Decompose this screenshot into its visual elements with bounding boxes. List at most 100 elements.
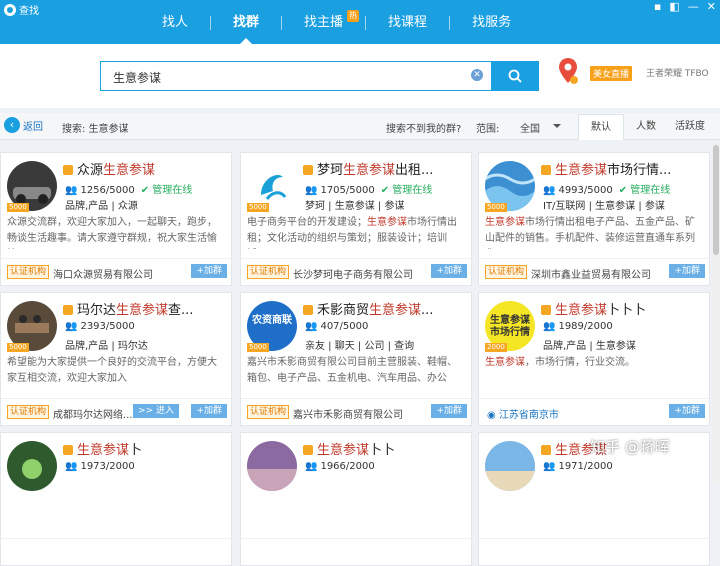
range-dropdown-icon[interactable] <box>553 124 561 132</box>
group-card-footer <box>1 538 231 565</box>
group-name-prefix: 禾影商贸 <box>317 303 370 318</box>
sort-tab-default[interactable]: 默认 <box>578 114 624 140</box>
group-card[interactable]: 生意参谋 市场行情 2000 生意参谋卜卜卜 👥 1989/2000 品牌,产品 | 生意… <box>478 292 710 426</box>
desc-text: 电子商务平台的开发建设； <box>247 217 367 228</box>
clear-icon[interactable]: ✕ <box>471 69 483 81</box>
hot-search-links[interactable]: 王者荣耀 TFBO <box>646 66 709 79</box>
group-name[interactable]: 生意参谋卜卜卜 <box>541 299 706 318</box>
group-tags: 品牌,产品 | 众源 <box>65 201 138 212</box>
group-company[interactable]: 嘉兴市禾影商贸有限公司 <box>293 406 403 421</box>
verified-shield-icon <box>63 165 73 175</box>
group-avatar[interactable] <box>247 441 297 491</box>
minimize-icon[interactable]: — <box>688 0 699 13</box>
member-count-text: 2393/5000 <box>80 321 135 332</box>
group-name[interactable]: 生意参谋卜 <box>63 439 228 458</box>
sort-tab-members[interactable]: 人数 <box>624 114 668 139</box>
main-nav: 找人 找群 找主播热 找课程 找服务 <box>140 10 533 44</box>
join-group-button[interactable]: +加群 <box>431 264 467 278</box>
app-title-text: 查找 <box>19 6 39 17</box>
close-icon[interactable]: ✕ <box>707 0 716 13</box>
group-avatar[interactable] <box>485 441 535 491</box>
member-count-text: 1966/2000 <box>320 461 375 472</box>
group-name-suffix: 市场行情... <box>607 163 672 178</box>
group-member-count: 👥 1966/2000 <box>305 461 375 472</box>
sort-tab-activity[interactable]: 活跃度 <box>668 114 712 139</box>
people-icon: 👥 <box>305 185 318 196</box>
range-select[interactable]: 全国 <box>520 120 540 135</box>
search-input[interactable] <box>111 66 465 88</box>
group-name[interactable]: 众源生意参谋 <box>63 159 228 178</box>
admin-online-text: 管理在线 <box>630 185 671 196</box>
group-name[interactable]: 梦珂生意参谋出租... <box>303 159 468 178</box>
group-company[interactable]: 成都玛尔达网络... <box>53 406 133 421</box>
search-area: ✕ 美女直播 王者荣耀 TFBO <box>0 44 720 108</box>
verified-shield-icon <box>541 165 551 175</box>
member-count-text: 407/5000 <box>320 321 369 332</box>
group-name[interactable]: 生意参谋市场行情... <box>541 159 706 178</box>
location-text: 江苏省南京市 <box>498 410 559 421</box>
search-button[interactable] <box>491 61 539 91</box>
desc-text: 希望能为大家提供一个良好的交流平台，方便大家互相交流，欢迎大家加入 <box>7 357 217 384</box>
group-level-badge: 5000 <box>7 203 29 212</box>
group-card[interactable]: 生意参谋卜 👥 1973/2000 <box>0 432 232 566</box>
group-card[interactable]: 5000 玛尔达生意参谋查... 👥 2393/5000 品牌,产品 | 玛尔达 希望能为… <box>0 292 232 426</box>
group-description: 生意参谋市场行情出租电子产品、五金产品、矿山配件的销售。手机配件、装修运营直通车… <box>485 215 703 249</box>
nav-tab-find-service[interactable]: 找服务 <box>450 10 533 36</box>
join-group-button[interactable]: +加群 <box>669 404 705 418</box>
group-card[interactable]: 生意参谋卜卜 👥 1966/2000 <box>240 432 472 566</box>
group-description <box>485 495 703 529</box>
scrollbar-thumb[interactable] <box>713 145 719 255</box>
group-name[interactable]: 玛尔达生意参谋查... <box>63 299 228 318</box>
group-name[interactable]: 禾影商贸生意参谋... <box>303 299 468 318</box>
group-tags: 品牌,产品 | 生意参谋 <box>543 341 636 352</box>
group-company[interactable]: 海口众源贸易有限公司 <box>53 266 153 281</box>
admin-online-text: 管理在线 <box>392 185 433 196</box>
group-name-highlight: 生意参谋 <box>555 303 608 318</box>
join-group-button[interactable]: +加群 <box>191 404 227 418</box>
map-pin-icon[interactable] <box>556 56 580 86</box>
desc-highlight: 生意参谋 <box>485 217 525 228</box>
join-group-button[interactable]: +加群 <box>669 264 705 278</box>
join-group-button[interactable]: +加群 <box>431 404 467 418</box>
search-breadcrumb: 搜索: 生意参谋 <box>62 124 129 135</box>
skin-icon[interactable]: ◧ <box>669 0 679 13</box>
group-description: 生意参谋，市场行情，行业交流。 <box>485 355 703 389</box>
desc-text: 众源交流群，欢迎大家加入，一起聊天，跑步，畅谈生活趣事。请大家遵守群规，祝大家生… <box>7 217 217 244</box>
nav-tab-find-groups[interactable]: 找群 <box>211 10 281 44</box>
group-card[interactable]: 5000 生意参谋市场行情... 👥 4993/5000 ✔ 管理在线 IT/互联网 | … <box>478 152 710 286</box>
group-card[interactable]: 5000 梦珂生意参谋出租... 👥 1705/5000 ✔ 管理在线 梦珂 | 生意参谋… <box>240 152 472 286</box>
nav-tab-find-people[interactable]: 找人 <box>140 10 210 36</box>
nav-tab-find-course[interactable]: 找课程 <box>366 10 449 36</box>
avatar-label: 农资商联 <box>252 315 292 326</box>
group-card-footer: 认证机构 成都玛尔达网络... >> 进入 +加群 <box>1 398 231 425</box>
nav-tab-label: 找主播 <box>304 15 344 30</box>
group-company[interactable]: 深圳市鑫业益贸易有限公司 <box>531 266 651 281</box>
nav-tab-label: 找人 <box>162 15 189 30</box>
group-name[interactable]: 生意参谋卜卜 <box>303 439 468 458</box>
group-member-count: 👥 1705/5000 ✔ 管理在线 <box>305 181 432 196</box>
admin-online-text: 管理在线 <box>152 185 193 196</box>
desc-text: ，市场行情，行业交流。 <box>525 357 635 368</box>
back-button[interactable]: ‹ 返回 <box>4 117 43 133</box>
join-group-button[interactable]: +加群 <box>191 264 227 278</box>
group-company[interactable]: 长沙梦珂电子商务有限公司 <box>293 266 413 281</box>
group-name-suffix: 查... <box>168 303 194 318</box>
group-card-footer <box>479 538 709 565</box>
admin-online-status: ✔ 管理在线 <box>380 185 433 196</box>
group-name-suffix: 卜卜 <box>369 443 396 458</box>
chat-icon[interactable]: ▪ <box>654 0 661 13</box>
group-name-prefix: 梦珂 <box>317 163 344 178</box>
range-label: 范围: <box>476 124 500 135</box>
group-member-count: 👥 2393/5000 <box>65 321 135 332</box>
group-name-suffix: 卜卜卜 <box>607 303 647 318</box>
group-card[interactable]: 农资商联 5000 禾影商贸生意参谋... 👥 407/5000 亲友 | 聊天 | 公司… <box>240 292 472 426</box>
nav-tab-find-streamer[interactable]: 找主播热 <box>282 10 365 36</box>
desc-highlight: 生意参谋 <box>367 217 407 228</box>
enter-group-button[interactable]: >> 进入 <box>133 404 179 418</box>
group-avatar[interactable] <box>7 441 57 491</box>
group-card[interactable]: 5000 众源生意参谋 👥 1256/5000 ✔ 管理在线品牌,产品 | 众源众源交流… <box>0 152 232 286</box>
create-group-link[interactable]: 搜索不到我的群? <box>386 120 461 135</box>
certified-org-badge: 认证机构 <box>7 405 50 419</box>
group-member-count: 👥 1256/5000 ✔ 管理在线 <box>65 181 192 196</box>
beauty-live-badge[interactable]: 美女直播 <box>590 66 633 81</box>
